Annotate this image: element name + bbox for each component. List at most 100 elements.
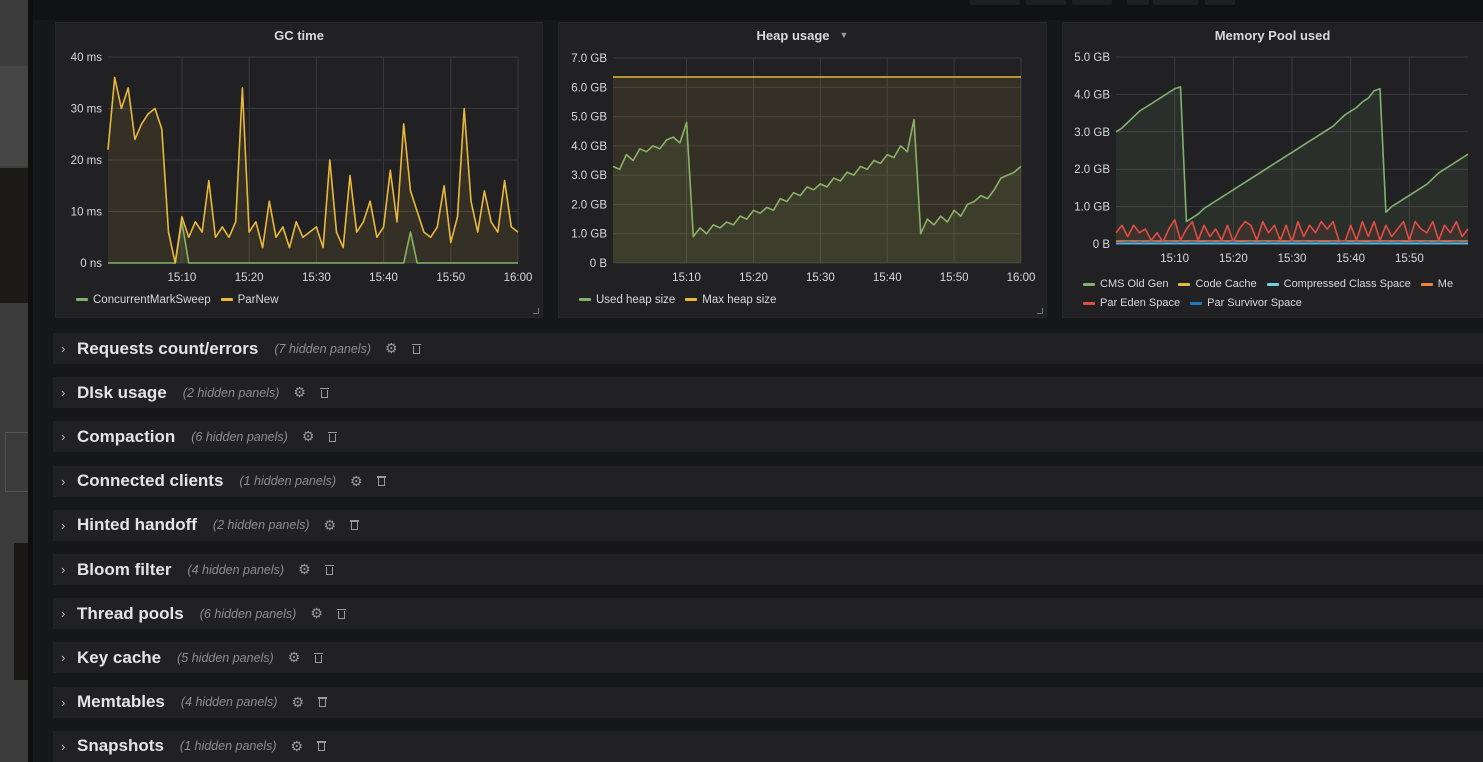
collapsed-row[interactable]: › Compaction (6 hidden panels) ⚙	[53, 421, 1483, 453]
trash-icon[interactable]	[328, 431, 338, 442]
navbar-button[interactable]	[1153, 0, 1198, 5]
row-title[interactable]: Memtables	[77, 692, 165, 712]
gear-icon[interactable]: ⚙	[302, 428, 315, 445]
legend-item[interactable]: Compressed Class Space	[1266, 275, 1411, 294]
legend-label[interactable]: CMS Old Gen	[1100, 278, 1168, 290]
resize-handle[interactable]	[533, 308, 539, 314]
trash-icon[interactable]	[324, 564, 334, 575]
navbar-button[interactable]	[1072, 0, 1112, 5]
x-tick-label: 15:40	[369, 272, 398, 284]
legend-label[interactable]: Par Survivor Space	[1207, 297, 1302, 309]
hidden-panels-count: (2 hidden panels)	[182, 385, 280, 400]
trash-icon[interactable]	[411, 343, 421, 354]
legend-label[interactable]: Compressed Class Space	[1284, 278, 1411, 290]
gear-icon[interactable]: ⚙	[291, 694, 304, 711]
background-image	[0, 168, 30, 303]
legend-item[interactable]: ParNew	[220, 294, 279, 306]
hidden-panels-count: (6 hidden panels)	[199, 606, 297, 621]
gear-icon[interactable]: ⚙	[385, 340, 398, 357]
legend-item[interactable]: Used heap size	[579, 294, 675, 306]
hidden-panels-count: (2 hidden panels)	[212, 518, 310, 533]
trash-icon[interactable]	[314, 652, 324, 663]
x-tick-label: 16:00	[504, 272, 533, 284]
legend-item[interactable]: Code Cache	[1178, 275, 1257, 294]
hidden-panels-count: (4 hidden panels)	[180, 695, 278, 710]
row-title[interactable]: Snapshots	[77, 736, 164, 756]
gear-icon[interactable]: ⚙	[310, 605, 323, 622]
x-tick-label: 15:40	[1336, 253, 1365, 265]
legend-label[interactable]: ConcurrentMarkSweep	[93, 294, 211, 306]
gear-icon[interactable]: ⚙	[291, 738, 304, 755]
row-title[interactable]: Compaction	[77, 427, 175, 447]
row-title[interactable]: Bloom filter	[77, 560, 171, 580]
chevron-right-icon[interactable]: ›	[61, 695, 71, 710]
chevron-right-icon[interactable]: ›	[61, 606, 71, 621]
legend-label[interactable]: Par Eden Space	[1100, 297, 1180, 309]
gear-icon[interactable]: ⚙	[350, 473, 363, 490]
collapsed-row[interactable]: › Thread pools (6 hidden panels) ⚙	[53, 598, 1483, 630]
collapsed-row[interactable]: › Hinted handoff (2 hidden panels) ⚙	[53, 509, 1483, 541]
y-tick-label: 20 ms	[71, 155, 103, 167]
collapsed-row[interactable]: › Snapshots (1 hidden panels) ⚙	[53, 730, 1483, 762]
y-tick-label: 6.0 GB	[571, 82, 607, 94]
legend-swatch	[1083, 301, 1095, 305]
chevron-right-icon[interactable]: ›	[61, 429, 71, 444]
memory-pool-panel: Memory Pool used 0 B 1.0 GB 2.0 GB 3.0 GB 4.…	[1062, 22, 1483, 318]
collapsed-row[interactable]: › Key cache (5 hidden panels) ⚙	[53, 642, 1483, 674]
legend-label[interactable]: Max heap size	[702, 294, 776, 306]
chevron-right-icon[interactable]: ›	[61, 562, 71, 577]
collapsed-row[interactable]: › Bloom filter (4 hidden panels) ⚙	[53, 554, 1483, 585]
navbar-button[interactable]	[1026, 0, 1066, 5]
trash-icon[interactable]	[376, 476, 386, 487]
y-tick-label: 3.0 GB	[571, 170, 607, 182]
collapsed-row[interactable]: › Connected clients (1 hidden panels) ⚙	[53, 465, 1483, 497]
trash-icon[interactable]	[336, 608, 346, 619]
background-block	[0, 66, 30, 166]
collapsed-row[interactable]: › DIsk usage (2 hidden panels) ⚙	[53, 377, 1483, 409]
navbar-button[interactable]	[970, 0, 1020, 5]
legend-swatch	[579, 298, 591, 302]
legend-label[interactable]: Me	[1438, 278, 1453, 290]
gear-icon[interactable]: ⚙	[288, 649, 301, 666]
row-title[interactable]: Key cache	[77, 648, 161, 668]
trash-icon[interactable]	[319, 387, 329, 398]
y-tick-label: 1.0 GB	[1074, 202, 1110, 214]
y-tick-label: 5.0 GB	[571, 112, 607, 124]
hidden-panels-count: (4 hidden panels)	[187, 562, 285, 577]
chevron-right-icon[interactable]: ›	[61, 518, 71, 533]
collapsed-row[interactable]: › Requests count/errors (7 hidden panels…	[53, 333, 1483, 364]
legend-label[interactable]: ParNew	[238, 294, 279, 306]
legend-item[interactable]: ConcurrentMarkSweep	[76, 294, 211, 306]
trash-icon[interactable]	[317, 741, 327, 752]
row-title[interactable]: DIsk usage	[77, 383, 167, 403]
row-title[interactable]: Requests count/errors	[77, 339, 258, 359]
chevron-right-icon[interactable]: ›	[61, 385, 71, 400]
memory-pool-chart: 0 B 1.0 GB 2.0 GB 3.0 GB 4.0 GB 5.0 GB 15:10 15…	[1074, 52, 1469, 265]
hidden-panels-count: (5 hidden panels)	[177, 650, 274, 665]
trash-icon[interactable]	[350, 520, 360, 531]
gear-icon[interactable]: ⚙	[293, 384, 306, 401]
legend-item[interactable]: Par Survivor Space	[1190, 294, 1302, 313]
legend-label[interactable]: Used heap size	[596, 294, 675, 306]
gear-icon[interactable]: ⚙	[298, 561, 311, 578]
resize-handle[interactable]	[1037, 308, 1043, 314]
chevron-right-icon[interactable]: ›	[61, 474, 71, 489]
row-title[interactable]: Hinted handoff	[77, 515, 197, 535]
navbar-button[interactable]	[1205, 0, 1235, 5]
navbar-button[interactable]	[1127, 0, 1149, 5]
legend-item[interactable]: Me	[1420, 275, 1453, 294]
legend-swatch	[1190, 301, 1203, 305]
collapsed-row[interactable]: › Memtables (4 hidden panels) ⚙	[53, 686, 1483, 718]
chevron-right-icon[interactable]: ›	[61, 739, 71, 754]
chevron-right-icon[interactable]: ›	[61, 650, 71, 665]
gear-icon[interactable]: ⚙	[324, 517, 337, 534]
legend-item[interactable]: CMS Old Gen	[1083, 275, 1168, 294]
legend-item[interactable]: Par Eden Space	[1083, 294, 1180, 313]
row-title[interactable]: Connected clients	[77, 471, 223, 491]
chevron-right-icon[interactable]: ›	[61, 341, 71, 356]
trash-icon[interactable]	[318, 697, 328, 708]
x-tick-label: 15:50	[940, 272, 969, 284]
legend-item[interactable]: Max heap size	[685, 294, 776, 306]
legend-label[interactable]: Code Cache	[1195, 278, 1256, 290]
row-title[interactable]: Thread pools	[77, 604, 184, 624]
